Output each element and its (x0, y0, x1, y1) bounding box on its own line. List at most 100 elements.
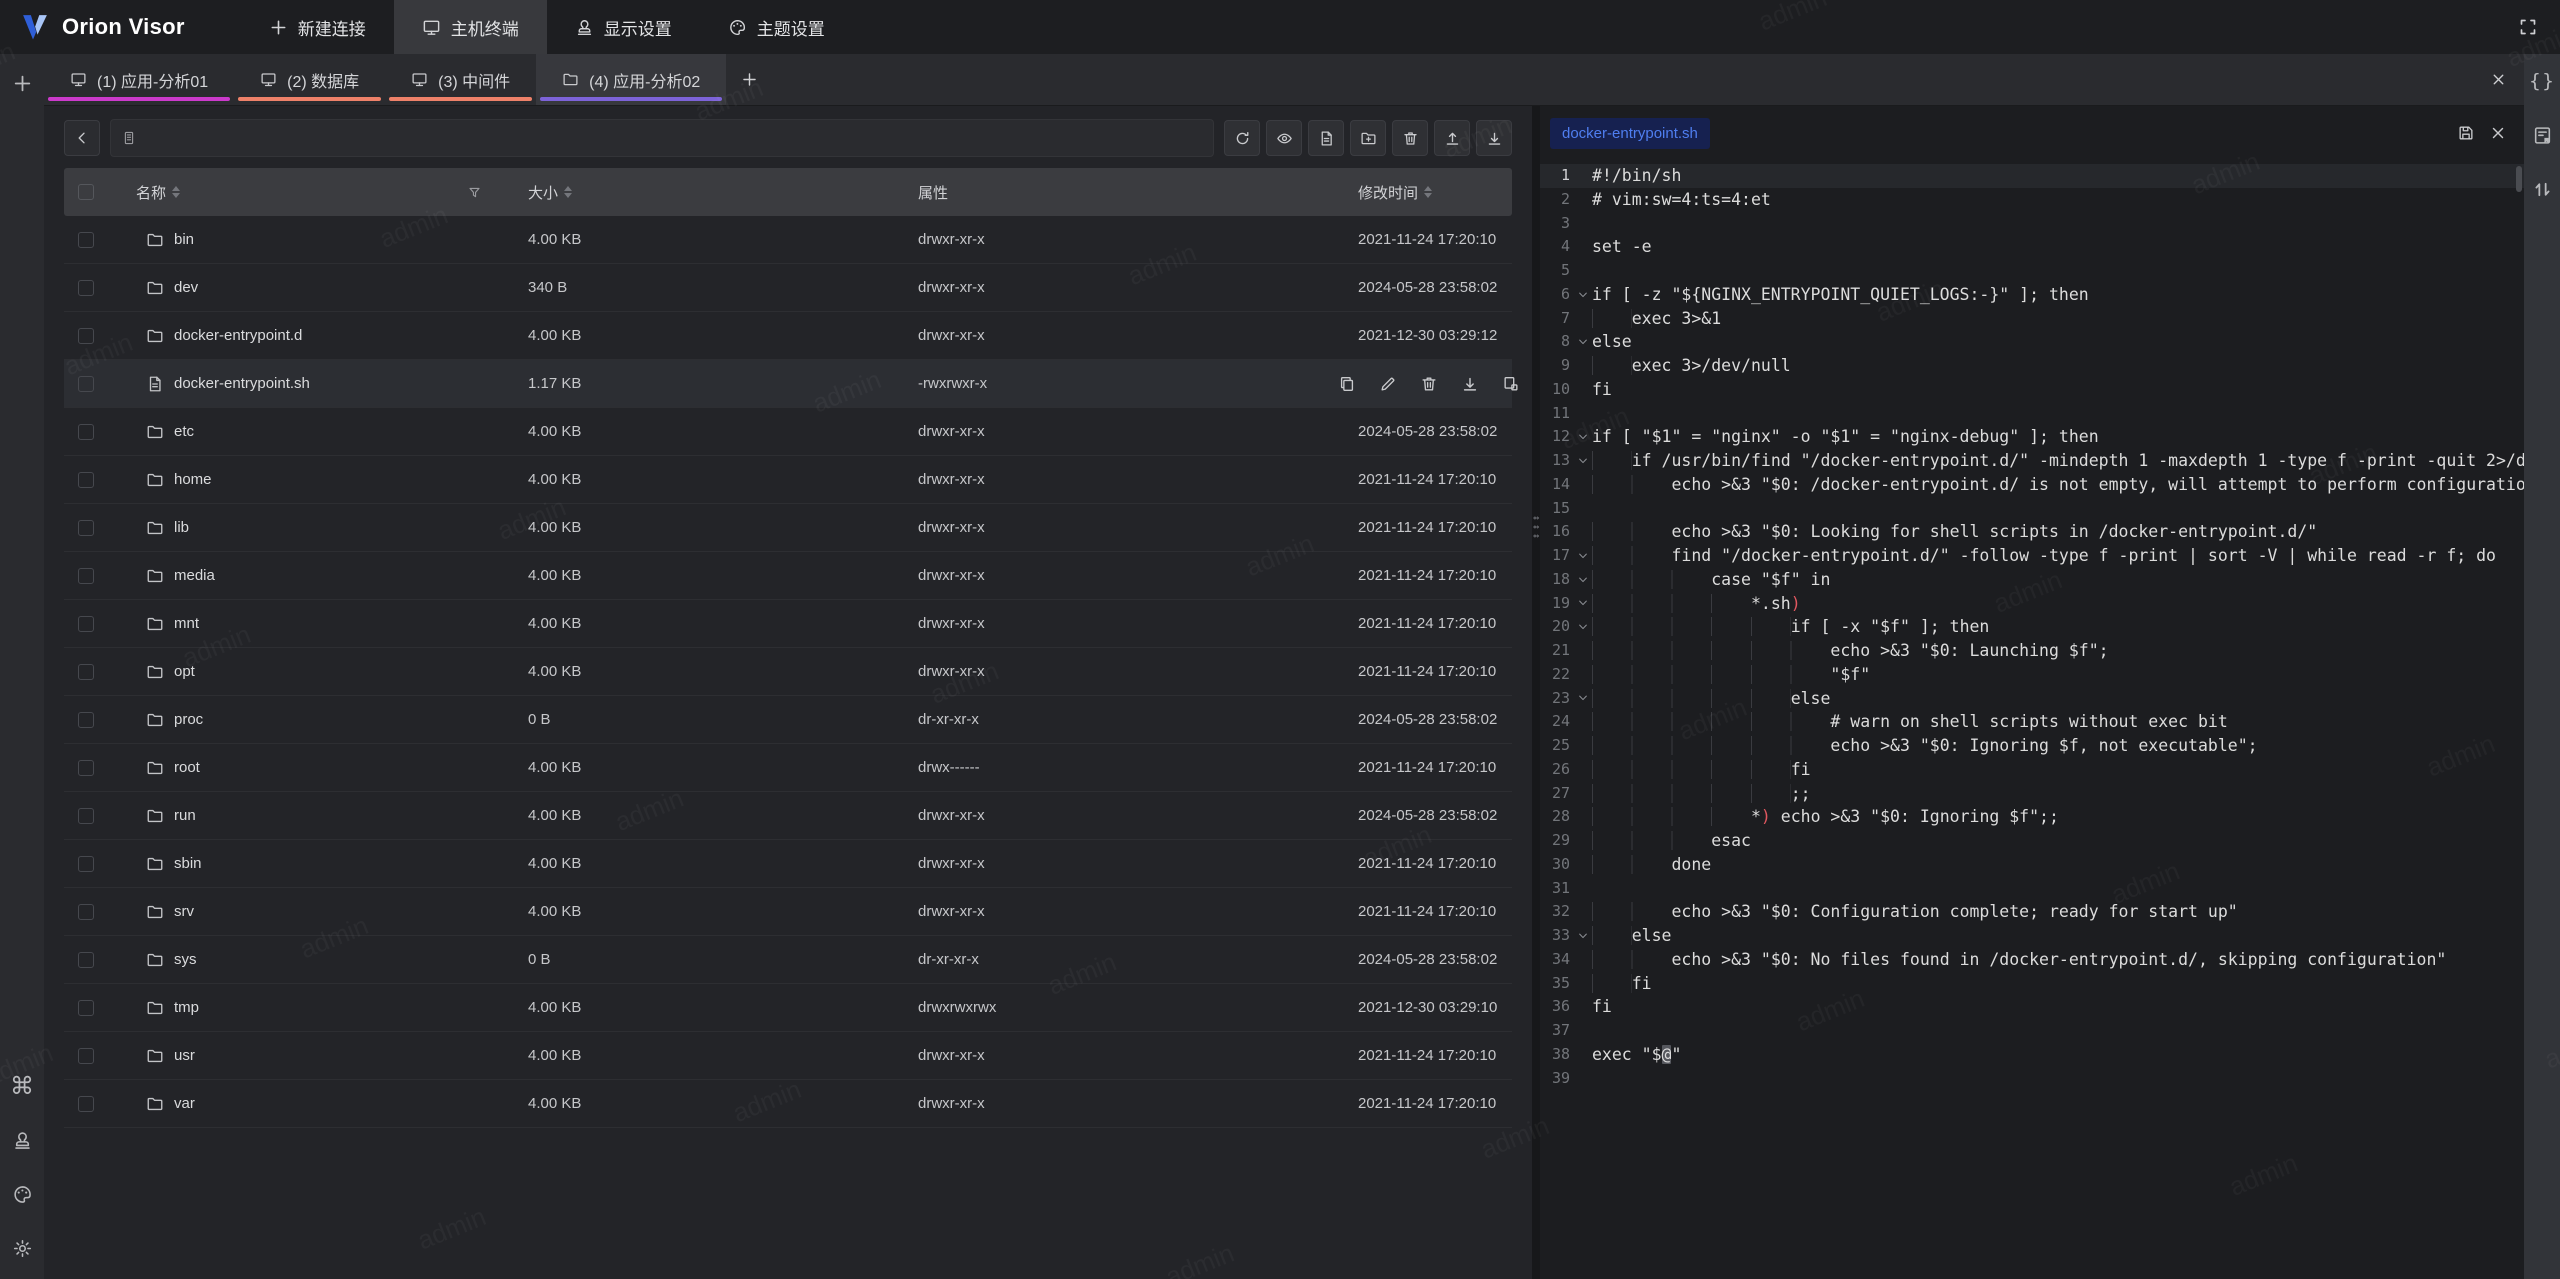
display-settings-button[interactable] (5, 1123, 39, 1157)
shortcut-keys-button[interactable]: ⌘ (5, 1069, 39, 1103)
table-row-etc[interactable]: etc4.00 KBdrwxr-xr-x2024-05-28 23:58:02 (64, 408, 1512, 456)
transfer-list-button[interactable] (2525, 172, 2559, 206)
tab-label: (2) 数据库 (287, 68, 359, 92)
terminal-tab-1[interactable]: (1) 应用-分析01 (44, 54, 234, 105)
file-bookmark-button[interactable] (2525, 118, 2559, 152)
new-connection-button[interactable] (5, 66, 39, 100)
fold-toggle[interactable] (1574, 592, 1592, 616)
fold-gutter (1574, 972, 1592, 996)
table-row-opt[interactable]: opt4.00 KBdrwxr-xr-x2021-11-24 17:20:10 (64, 648, 1512, 696)
fold-toggle[interactable] (1574, 283, 1592, 307)
table-row-sbin[interactable]: sbin4.00 KBdrwxr-xr-x2021-11-24 17:20:10 (64, 840, 1512, 888)
fullscreen-button[interactable] (2510, 9, 2546, 45)
row-copy-button[interactable] (1338, 375, 1356, 393)
panel-resize-divider[interactable] (1532, 106, 1540, 1279)
table-row-dev[interactable]: dev340 Bdrwxr-xr-x2024-05-28 23:58:02 (64, 264, 1512, 312)
row-checkbox[interactable] (78, 328, 94, 344)
show-hidden-button[interactable] (1266, 120, 1302, 156)
row-checkbox[interactable] (78, 1000, 94, 1016)
sort-toggle[interactable] (172, 186, 180, 198)
table-row-sys[interactable]: sys0 Bdr-xr-xr-x2024-05-28 23:58:02 (64, 936, 1512, 984)
fold-toggle[interactable] (1574, 330, 1592, 354)
indent-guides (1592, 570, 1711, 589)
row-checkbox[interactable] (78, 808, 94, 824)
row-checkbox[interactable] (78, 760, 94, 776)
fold-toggle[interactable] (1574, 615, 1592, 639)
row-checkbox[interactable] (78, 904, 94, 920)
filter-button[interactable] (467, 185, 482, 200)
file-name: etc (174, 423, 194, 440)
row-checkbox[interactable] (78, 856, 94, 872)
row-download-button[interactable] (1461, 375, 1479, 393)
row-checkbox[interactable] (78, 952, 94, 968)
variables-button[interactable]: {} (2525, 64, 2559, 98)
table-row-tmp[interactable]: tmp4.00 KBdrwxrwxrwx2021-12-30 03:29:10 (64, 984, 1512, 1032)
table-row-mnt[interactable]: mnt4.00 KBdrwxr-xr-x2021-11-24 17:20:10 (64, 600, 1512, 648)
terminal-tab-4[interactable]: (4) 应用-分析02 (536, 54, 726, 105)
row-checkbox[interactable] (78, 664, 94, 680)
table-row-home[interactable]: home4.00 KBdrwxr-xr-x2021-11-24 17:20:10 (64, 456, 1512, 504)
table-row-root[interactable]: root4.00 KBdrwx------2021-11-24 17:20:10 (64, 744, 1512, 792)
fold-toggle[interactable] (1574, 544, 1592, 568)
table-row-var[interactable]: var4.00 KBdrwxr-xr-x2021-11-24 17:20:10 (64, 1080, 1512, 1128)
open-file-badge[interactable]: docker-entrypoint.sh (1550, 118, 1710, 149)
table-row-lib[interactable]: lib4.00 KBdrwxr-xr-x2021-11-24 17:20:10 (64, 504, 1512, 552)
settings-button[interactable] (5, 1231, 39, 1265)
row-checkbox[interactable] (78, 280, 94, 296)
theme-settings-button[interactable] (5, 1177, 39, 1211)
indent-guides (1592, 807, 1751, 826)
upload-button[interactable] (1434, 120, 1470, 156)
sort-toggle[interactable] (564, 186, 572, 198)
table-row-docker-entrypoint.d[interactable]: docker-entrypoint.d4.00 KBdrwxr-xr-x2021… (64, 312, 1512, 360)
fold-toggle[interactable] (1574, 924, 1592, 948)
download-button[interactable] (1476, 120, 1512, 156)
divider-grip[interactable] (1533, 514, 1539, 540)
code-segment: "$f" (1830, 665, 1870, 684)
table-row-srv[interactable]: srv4.00 KBdrwxr-xr-x2021-11-24 17:20:10 (64, 888, 1512, 936)
row-checkbox[interactable] (78, 424, 94, 440)
row-checkbox[interactable] (78, 472, 94, 488)
fold-toggle[interactable] (1574, 449, 1592, 473)
row-checkbox[interactable] (78, 1048, 94, 1064)
fold-toggle[interactable] (1574, 687, 1592, 711)
row-checkbox[interactable] (78, 616, 94, 632)
row-edit-button[interactable] (1379, 375, 1397, 393)
editor-scrollbar-thumb[interactable] (2516, 166, 2522, 192)
new-file-button[interactable] (1308, 120, 1344, 156)
delete-button[interactable] (1392, 120, 1428, 156)
row-delete-button[interactable] (1420, 375, 1438, 393)
sort-toggle[interactable] (1424, 186, 1432, 198)
row-checkbox[interactable] (78, 568, 94, 584)
table-row-proc[interactable]: proc0 Bdr-xr-xr-x2024-05-28 23:58:02 (64, 696, 1512, 744)
nav-item-主机终端[interactable]: 主机终端 (394, 0, 547, 54)
path-bookmark-icon[interactable] (121, 130, 137, 146)
back-button[interactable] (64, 120, 100, 156)
nav-item-新建连接[interactable]: 新建连接 (241, 0, 394, 54)
select-all-checkbox[interactable] (78, 184, 94, 200)
row-checkbox[interactable] (78, 520, 94, 536)
row-checkbox[interactable] (78, 376, 94, 392)
new-folder-button[interactable] (1350, 120, 1386, 156)
close-panel-button[interactable] (2472, 54, 2524, 105)
new-tab-button[interactable] (726, 54, 772, 105)
fold-toggle[interactable] (1574, 425, 1592, 449)
table-row-media[interactable]: media4.00 KBdrwxr-xr-x2021-11-24 17:20:1… (64, 552, 1512, 600)
row-checkbox[interactable] (78, 232, 94, 248)
nav-item-显示设置[interactable]: 显示设置 (547, 0, 700, 54)
row-checkbox[interactable] (78, 1096, 94, 1112)
row-checkbox[interactable] (78, 712, 94, 728)
path-input[interactable] (145, 130, 1203, 147)
table-row-docker-entrypoint.sh[interactable]: docker-entrypoint.sh1.17 KB-rwxrwxr-x (64, 360, 1512, 408)
close-editor-button[interactable] (2482, 117, 2514, 149)
save-file-button[interactable] (2450, 117, 2482, 149)
row-move-button[interactable] (1502, 375, 1520, 393)
fold-toggle[interactable] (1574, 568, 1592, 592)
terminal-tab-2[interactable]: (2) 数据库 (234, 54, 385, 105)
nav-item-主题设置[interactable]: 主题设置 (700, 0, 853, 54)
table-row-run[interactable]: run4.00 KBdrwxr-xr-x2024-05-28 23:58:02 (64, 792, 1512, 840)
table-row-usr[interactable]: usr4.00 KBdrwxr-xr-x2021-11-24 17:20:10 (64, 1032, 1512, 1080)
table-row-bin[interactable]: bin4.00 KBdrwxr-xr-x2021-11-24 17:20:10 (64, 216, 1512, 264)
refresh-button[interactable] (1224, 120, 1260, 156)
file-attr: drwxr-xr-x (898, 423, 1338, 440)
terminal-tab-3[interactable]: (3) 中间件 (385, 54, 536, 105)
